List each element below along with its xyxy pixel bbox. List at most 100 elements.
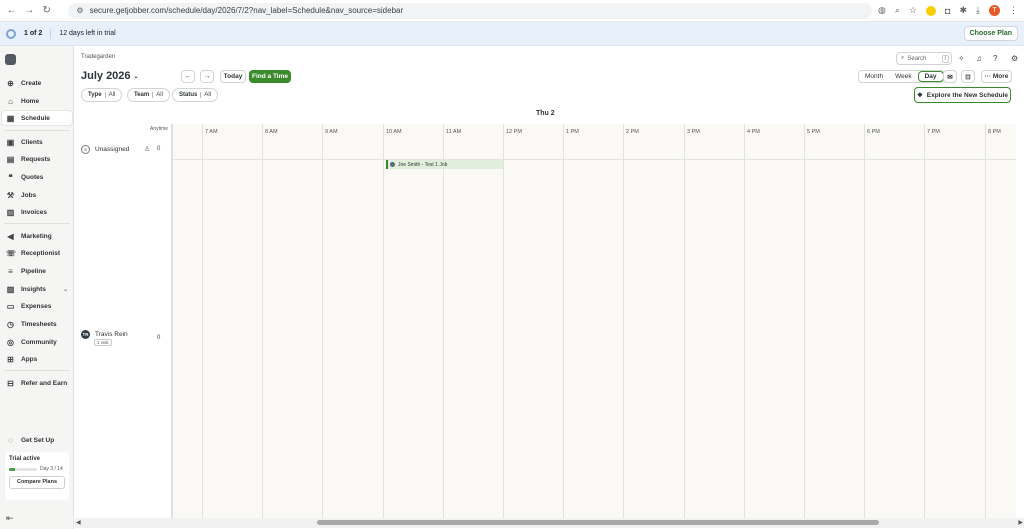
trial-banner: 1 of 2 12 days left in trial Choose Plan bbox=[0, 22, 1024, 46]
sidebar-item-label: Clients bbox=[21, 138, 43, 146]
zoom-icon[interactable]: ⌕ bbox=[895, 5, 900, 16]
hour-label: 8 AM bbox=[265, 129, 278, 135]
extension-icon[interactable] bbox=[926, 5, 937, 16]
back-icon[interactable]: ← bbox=[6, 5, 17, 16]
privacy-icon[interactable]: ◍ bbox=[878, 5, 886, 16]
schedule-grid[interactable] bbox=[172, 124, 1016, 518]
person-icon[interactable]: ♙ bbox=[144, 145, 150, 153]
sidebar-item-jobs[interactable]: ⚒ Jobs bbox=[6, 188, 72, 202]
month-picker[interactable]: July 2026 ⌄ bbox=[81, 70, 139, 82]
arrow-right-icon: → bbox=[203, 73, 211, 80]
jobber-logo-icon[interactable] bbox=[5, 54, 16, 65]
sidebar-item-expenses[interactable]: ▭ Expenses bbox=[6, 299, 72, 313]
sidebar-item-home[interactable]: ⌂ Home bbox=[6, 94, 72, 108]
sidebar-item-quotes[interactable]: ❝ Quotes bbox=[6, 170, 72, 184]
page-title: July 2026 bbox=[81, 70, 131, 82]
calendar-settings-button[interactable]: ✉ bbox=[943, 70, 957, 83]
plus-circle-icon: ⊕ bbox=[7, 78, 14, 88]
wrench-icon: ⚒ bbox=[6, 190, 15, 200]
trial-card: Trial active Day 3 / 14 Compare Plans bbox=[5, 452, 69, 500]
bookmark-star-icon[interactable]: ☆ bbox=[909, 5, 917, 16]
get-set-up-link[interactable]: ◌ Get Set Up bbox=[6, 433, 72, 447]
sparkle-icon[interactable]: ✧ bbox=[958, 54, 965, 63]
hour-gridline bbox=[864, 124, 865, 518]
sidebar-item-label: Schedule bbox=[21, 114, 50, 122]
scroll-left-icon[interactable]: ◀ bbox=[76, 519, 81, 526]
reload-icon[interactable]: ↻ bbox=[41, 5, 52, 16]
sidebar-item-insights[interactable]: ▨ Insights ⌄ bbox=[6, 282, 72, 296]
kebab-menu-icon[interactable]: ⋮ bbox=[1009, 5, 1018, 16]
banner-text: 12 days left in trial bbox=[59, 30, 116, 37]
horizontal-scrollbar[interactable]: ◀ ▶ bbox=[75, 518, 1024, 528]
schedule-event[interactable]: Joe Smith - Test 1 Job bbox=[386, 160, 503, 169]
view-month[interactable]: Month bbox=[859, 71, 889, 82]
chevron-down-icon[interactable]: ⌄ bbox=[63, 286, 68, 293]
sidebar-item-schedule[interactable]: ▦ Schedule bbox=[2, 111, 72, 125]
sidebar-item-refer[interactable]: ⊟ Refer and Earn bbox=[6, 376, 72, 390]
mail-icon: ✉ bbox=[947, 73, 953, 81]
view-day[interactable]: Day bbox=[917, 71, 944, 82]
hour-gridline bbox=[563, 124, 564, 518]
sidebar-item-clients[interactable]: ▣ Clients bbox=[6, 135, 72, 149]
filter-type[interactable]: Type All bbox=[81, 88, 123, 102]
next-day-button[interactable]: → bbox=[200, 70, 214, 83]
puzzle-icon[interactable]: ✱ bbox=[959, 5, 967, 16]
sidebar-item-label: Timesheets bbox=[21, 320, 57, 328]
trial-title: Trial active bbox=[9, 456, 41, 462]
sidebar-item-receptionist[interactable]: ☏ Receptionist bbox=[6, 246, 72, 260]
find-a-time-button[interactable]: Find a Time bbox=[249, 70, 291, 83]
address-bar[interactable]: ⚙ secure.getjobber.com/schedule/day/2026… bbox=[68, 2, 873, 19]
map-button[interactable]: ⊡ bbox=[961, 70, 975, 83]
forward-icon[interactable]: → bbox=[23, 5, 34, 16]
banner-divider bbox=[50, 28, 52, 39]
progress-ring-icon: ◌ bbox=[8, 435, 13, 445]
collapse-sidebar-icon[interactable]: ⇤ bbox=[6, 513, 14, 524]
search-icon: ⌕ bbox=[901, 55, 905, 61]
sidebar-item-community[interactable]: ◎ Community bbox=[6, 335, 72, 349]
sidebar-item-label: Apps bbox=[21, 355, 38, 363]
sidebar-item-label: Jobs bbox=[21, 191, 37, 199]
quotes-icon: ❝ bbox=[8, 172, 13, 182]
download-icon[interactable]: ⤓ bbox=[976, 5, 980, 16]
profile-avatar[interactable]: T bbox=[989, 5, 1000, 16]
site-info-icon[interactable]: ⚙ bbox=[76, 6, 83, 15]
explore-label: Explore the New Schedule bbox=[926, 91, 1009, 99]
gear-icon[interactable]: ⚙ bbox=[1011, 54, 1018, 63]
filter-team[interactable]: Team All bbox=[127, 88, 170, 102]
view-week[interactable]: Week bbox=[889, 71, 918, 82]
sidebar-item-apps[interactable]: ⊞ Apps bbox=[6, 352, 72, 366]
sidebar-item-create[interactable]: ⊕ Create bbox=[6, 76, 72, 90]
camera-icon[interactable]: ◘ bbox=[945, 6, 950, 16]
prev-day-button[interactable]: ← bbox=[181, 70, 195, 83]
assignee-travis[interactable]: TR Travis Rein bbox=[81, 330, 128, 339]
search-placeholder: Search bbox=[907, 55, 927, 62]
explore-new-schedule-button[interactable]: ❖ Explore the New Schedule bbox=[914, 87, 1011, 103]
filter-value: All bbox=[200, 92, 211, 98]
sidebar-item-requests[interactable]: ▤ Requests bbox=[6, 152, 72, 166]
search-shortcut: / bbox=[941, 54, 949, 63]
bell-icon[interactable]: ♫ bbox=[976, 54, 982, 63]
scrollbar-thumb[interactable] bbox=[317, 520, 879, 525]
sidebar-item-invoices[interactable]: ▥ Invoices bbox=[6, 205, 72, 219]
job-icon bbox=[390, 162, 395, 167]
sidebar-divider bbox=[4, 223, 70, 224]
sidebar-item-marketing[interactable]: ◀ Marketing bbox=[6, 229, 72, 243]
chevron-down-icon: ⌄ bbox=[133, 73, 139, 80]
home-icon: ⌂ bbox=[8, 96, 13, 106]
hour-gridline bbox=[985, 124, 986, 518]
hour-label: 9 AM bbox=[325, 129, 338, 135]
today-button[interactable]: Today bbox=[220, 70, 246, 83]
sidebar-item-pipeline[interactable]: ≡ Pipeline bbox=[6, 264, 72, 278]
sidebar-item-timesheets[interactable]: ◷ Timesheets bbox=[6, 317, 72, 331]
sidebar-item-label: Expenses bbox=[21, 302, 52, 310]
more-button[interactable]: ··· More bbox=[981, 70, 1012, 83]
choose-plan-button[interactable]: Choose Plan bbox=[963, 26, 1018, 41]
filter-status[interactable]: Status All bbox=[172, 88, 219, 102]
invoice-icon: ▥ bbox=[6, 207, 15, 217]
compare-plans-button[interactable]: Compare Plans bbox=[9, 476, 65, 489]
map-icon: ⊡ bbox=[965, 73, 971, 81]
assignee-count: 0 bbox=[157, 146, 161, 152]
search-input[interactable]: ⌕ Search / bbox=[896, 52, 952, 65]
scroll-right-icon[interactable]: ▶ bbox=[1018, 519, 1023, 526]
help-icon[interactable]: ? bbox=[993, 54, 997, 63]
